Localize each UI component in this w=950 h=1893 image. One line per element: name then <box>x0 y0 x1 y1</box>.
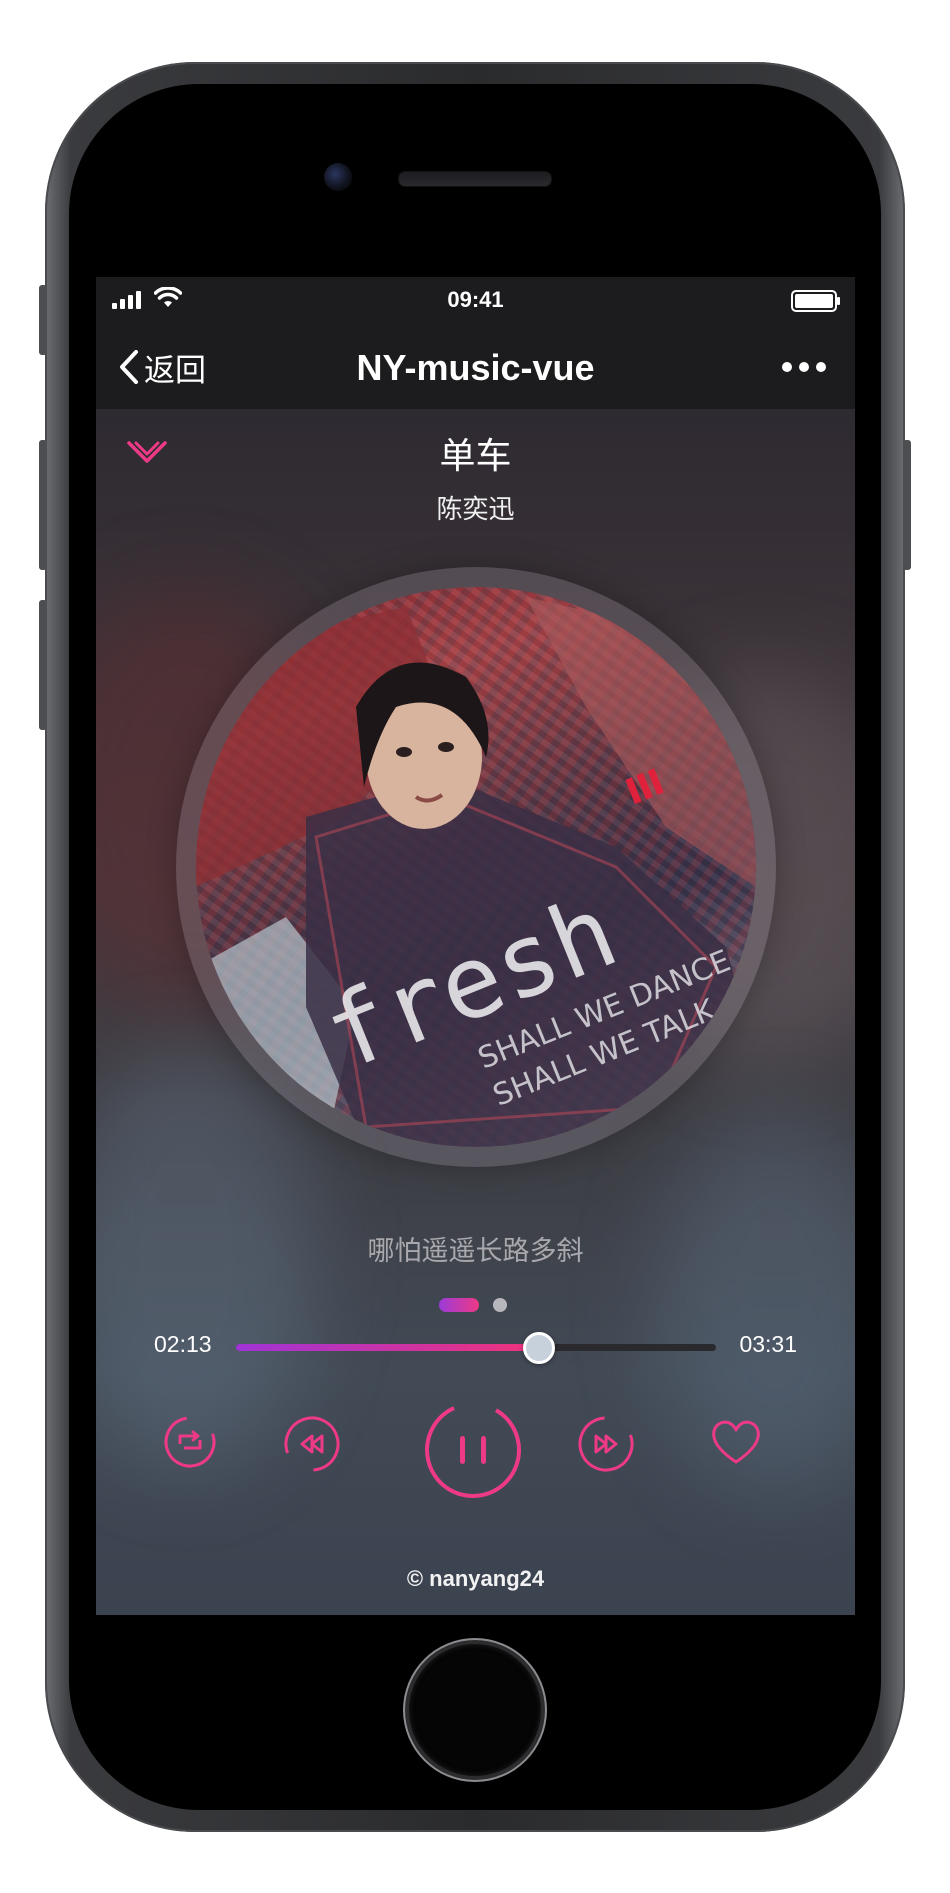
pager-dot-active[interactable] <box>439 1298 479 1312</box>
front-camera <box>324 163 352 191</box>
progress-fill <box>236 1344 539 1351</box>
progress-knob[interactable] <box>523 1332 556 1364</box>
pause-button[interactable] <box>421 1398 525 1502</box>
more-options-icon[interactable] <box>781 361 827 373</box>
total-time: 03:31 <box>739 1331 797 1357</box>
album-cover: fresh SHALL WE DANCE SHALL WE TALK <box>196 587 756 1147</box>
loop-mode-icon[interactable] <box>162 1414 218 1470</box>
volume-down-button <box>39 600 47 730</box>
earpiece-speaker <box>398 171 552 187</box>
status-bar: 09:41 <box>96 277 855 323</box>
home-button[interactable] <box>409 1644 541 1776</box>
song-title: 单车 <box>439 436 512 477</box>
heart-icon[interactable] <box>708 1414 764 1470</box>
pager-dot[interactable] <box>493 1298 507 1312</box>
song-artist: 陈奕迅 <box>436 495 515 525</box>
battery-icon <box>791 290 840 312</box>
volume-up-button <box>39 440 47 570</box>
mute-switch <box>39 285 47 355</box>
screen: 09:41 返回 NY-music-vue 单车 陈奕迅 fresh SHALL… <box>96 277 855 1615</box>
app-title: NY-music-vue <box>356 347 595 388</box>
copyright-footer: © nanyang24 <box>406 1566 545 1591</box>
navigation-bar: 返回 NY-music-vue <box>96 323 855 409</box>
album-artwork-image: fresh SHALL WE DANCE SHALL WE TALK <box>196 597 756 1147</box>
status-time: 09:41 <box>447 287 504 312</box>
player-view: 单车 陈奕迅 fresh SHALL WE DANCE SHALL WE TAL… <box>96 409 855 1615</box>
progress-bar[interactable] <box>236 1332 716 1364</box>
next-icon[interactable] <box>576 1414 636 1474</box>
current-time: 02:13 <box>154 1331 212 1357</box>
previous-icon[interactable] <box>282 1414 342 1474</box>
power-button <box>903 440 911 570</box>
current-lyric-line: 哪怕遥遥长路多斜 <box>367 1236 584 1267</box>
